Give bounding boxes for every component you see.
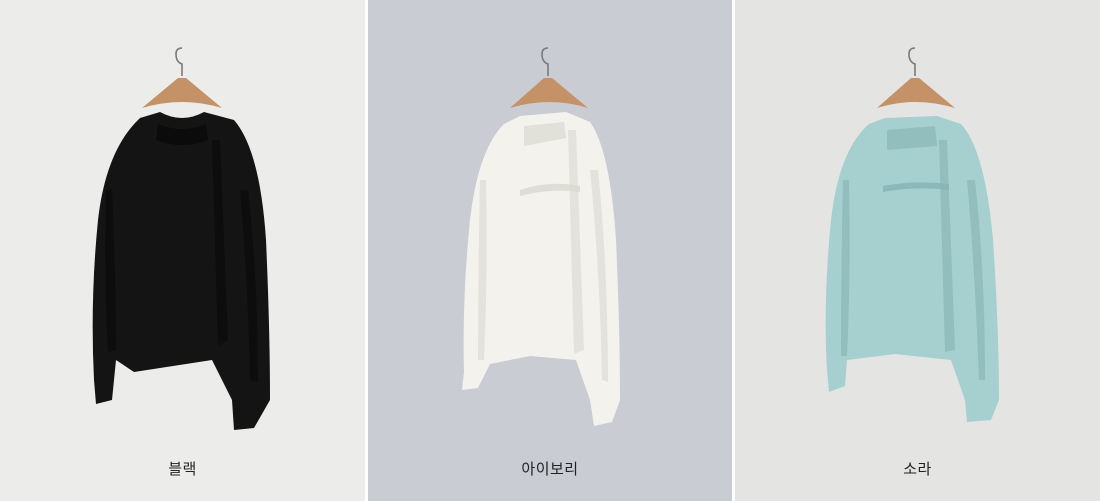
- blouse-photo-skyblue: [735, 0, 1100, 501]
- blouse-photo-ivory: [368, 0, 732, 501]
- product-panel-ivory[interactable]: 아이보리: [368, 0, 732, 501]
- color-caption-skyblue: 소라: [903, 460, 932, 478]
- product-color-gallery: 블랙 아이보리 소라: [0, 0, 1100, 501]
- product-panel-skyblue[interactable]: 소라: [735, 0, 1100, 501]
- blouse-photo-black: [0, 0, 365, 501]
- product-panel-black[interactable]: 블랙: [0, 0, 365, 501]
- color-caption-ivory: 아이보리: [521, 460, 579, 478]
- color-caption-black: 블랙: [168, 460, 197, 478]
